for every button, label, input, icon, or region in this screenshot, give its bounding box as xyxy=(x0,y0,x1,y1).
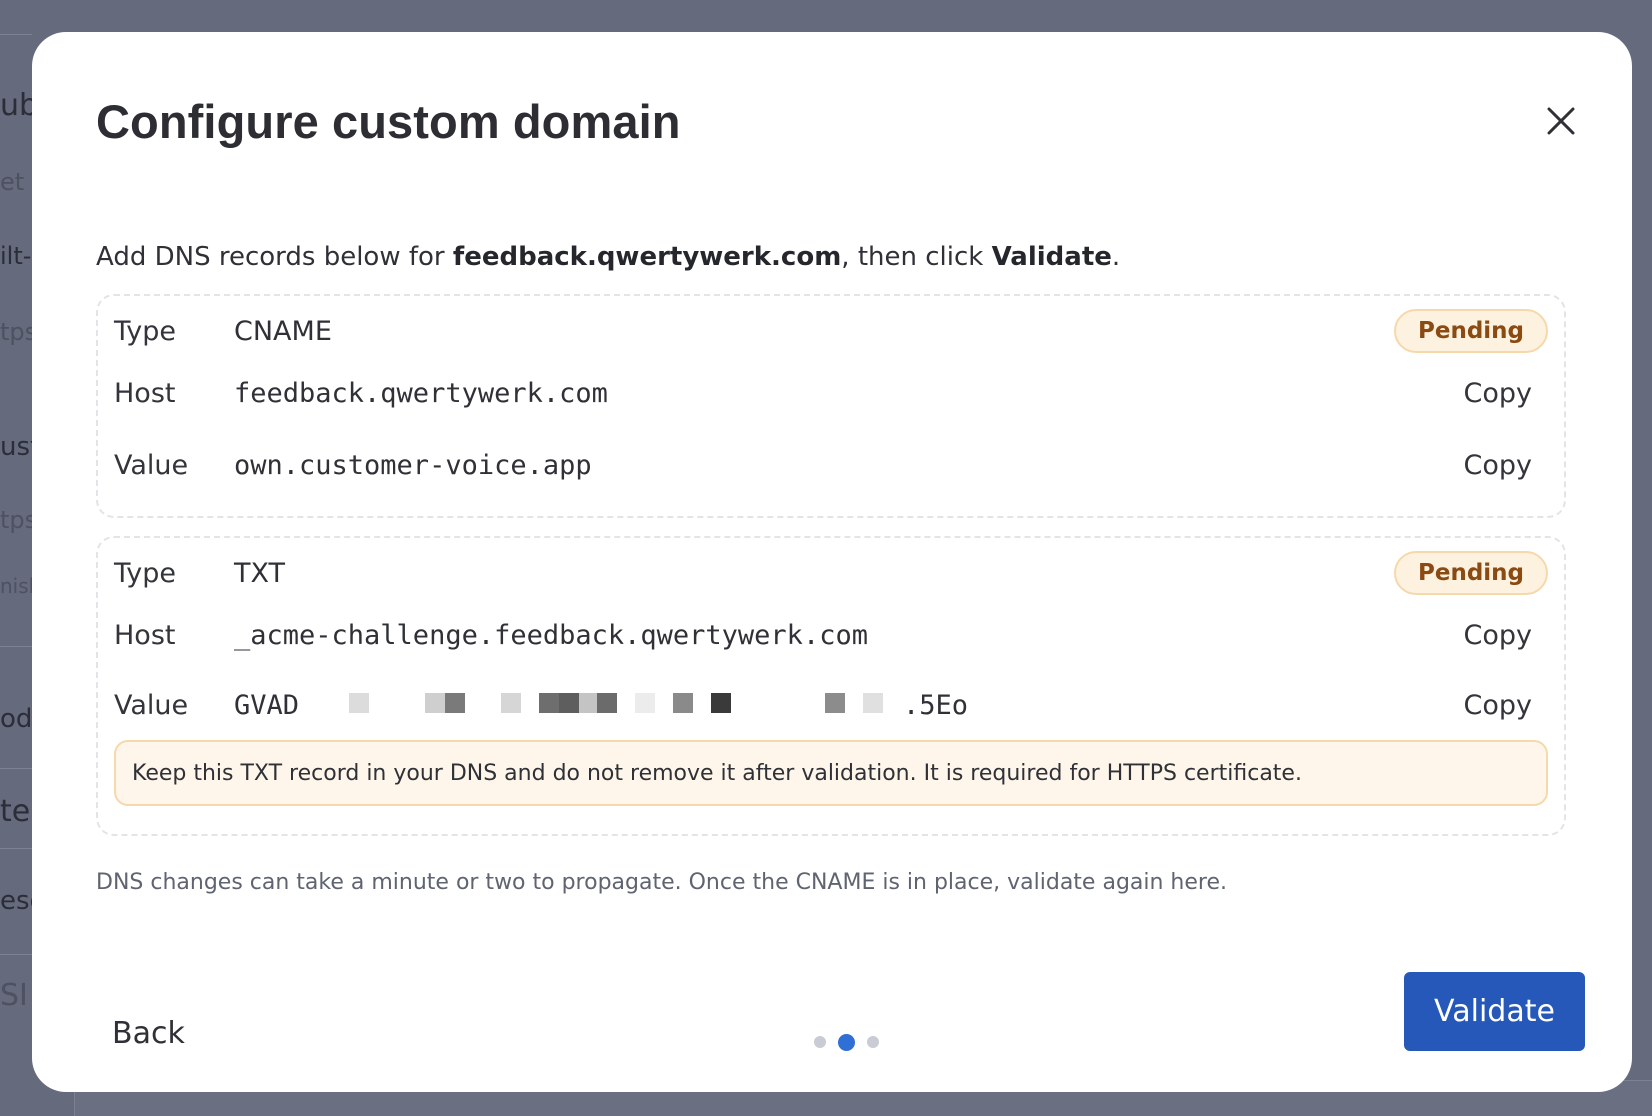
intro-middle: , then click xyxy=(841,242,992,272)
record-type-value: TXT xyxy=(234,557,286,589)
configure-domain-modal: Configure custom domain Add DNS records … xyxy=(32,32,1632,1092)
txt-record-card: Type TXT Pending Host _acme-challenge.fe… xyxy=(96,536,1566,836)
record-value-value: GVAD .5Eo xyxy=(234,690,1464,721)
record-host-row: Host _acme-challenge.feedback.qwertywerk… xyxy=(114,610,1548,660)
value-visible-start: GVAD xyxy=(234,689,300,721)
record-host-value: _acme-challenge.feedback.qwertywerk.com xyxy=(234,619,868,651)
record-type-row: Type CNAME Pending xyxy=(114,306,1548,356)
status-badge: Pending xyxy=(1393,551,1548,595)
intro-text: Add DNS records below for feedback.qwert… xyxy=(96,242,1120,272)
type-label: Type xyxy=(114,557,177,589)
redacted-value xyxy=(301,693,901,719)
intro-domain: feedback.qwertywerk.com xyxy=(452,242,842,272)
step-dot xyxy=(814,1036,826,1048)
validate-button[interactable]: Validate xyxy=(1404,972,1585,1051)
background-text: SI xyxy=(0,978,28,1013)
copy-value-button[interactable]: Copy xyxy=(1464,450,1549,481)
value-label: Value xyxy=(114,689,189,721)
record-host-value: feedback.qwertywerk.com xyxy=(234,377,608,409)
background-text: esc xyxy=(0,886,32,916)
step-dot-active xyxy=(838,1033,855,1051)
intro-suffix: . xyxy=(1111,242,1121,272)
background-text: tps xyxy=(0,506,32,534)
cname-record-card: Type CNAME Pending Host feedback.qwertyw… xyxy=(96,294,1566,518)
record-type-row: Type TXT Pending xyxy=(114,548,1548,598)
intro-action: Validate xyxy=(991,242,1112,272)
background-divider xyxy=(0,34,32,35)
record-value-row: Value GVAD .5Eo Copy xyxy=(114,680,1548,730)
host-label: Host xyxy=(114,619,176,651)
background-text: et u xyxy=(0,168,32,196)
value-label: Value xyxy=(114,449,189,481)
copy-host-button[interactable]: Copy xyxy=(1464,620,1549,651)
warning-text: Keep this TXT record in your DNS and do … xyxy=(132,760,1302,786)
intro-prefix: Add DNS records below for xyxy=(96,242,453,272)
propagation-note: DNS changes can take a minute or two to … xyxy=(96,870,1228,895)
status-badge: Pending xyxy=(1393,309,1548,353)
close-icon xyxy=(1547,107,1575,135)
record-value-value: own.customer-voice.app xyxy=(234,449,592,481)
copy-value-button[interactable]: Copy xyxy=(1464,690,1549,721)
close-button[interactable] xyxy=(1534,94,1588,148)
background-text: ust xyxy=(0,432,32,462)
type-label: Type xyxy=(114,315,177,347)
back-button[interactable]: Back xyxy=(112,1016,185,1051)
background-text: nish xyxy=(0,574,32,598)
modal-title: Configure custom domain xyxy=(96,95,681,148)
background-text: ubl xyxy=(0,88,32,123)
background-text: te xyxy=(0,794,31,829)
value-visible-end: .5Eo xyxy=(903,689,969,721)
record-host-row: Host feedback.qwertywerk.com Copy xyxy=(114,368,1548,418)
background-divider xyxy=(0,646,32,647)
step-dot xyxy=(867,1036,879,1048)
step-indicator xyxy=(814,1032,879,1052)
background-divider xyxy=(0,848,32,849)
record-value-row: Value own.customer-voice.app Copy xyxy=(114,440,1548,490)
background-text: tps xyxy=(0,318,32,346)
background-text: ilt- xyxy=(0,242,32,270)
background-divider xyxy=(0,768,32,769)
txt-warning-callout: Keep this TXT record in your DNS and do … xyxy=(114,740,1548,806)
copy-host-button[interactable]: Copy xyxy=(1464,378,1549,409)
background-text: od xyxy=(0,704,32,734)
background-divider xyxy=(0,954,32,955)
record-type-value: CNAME xyxy=(234,315,332,347)
host-label: Host xyxy=(114,377,176,409)
